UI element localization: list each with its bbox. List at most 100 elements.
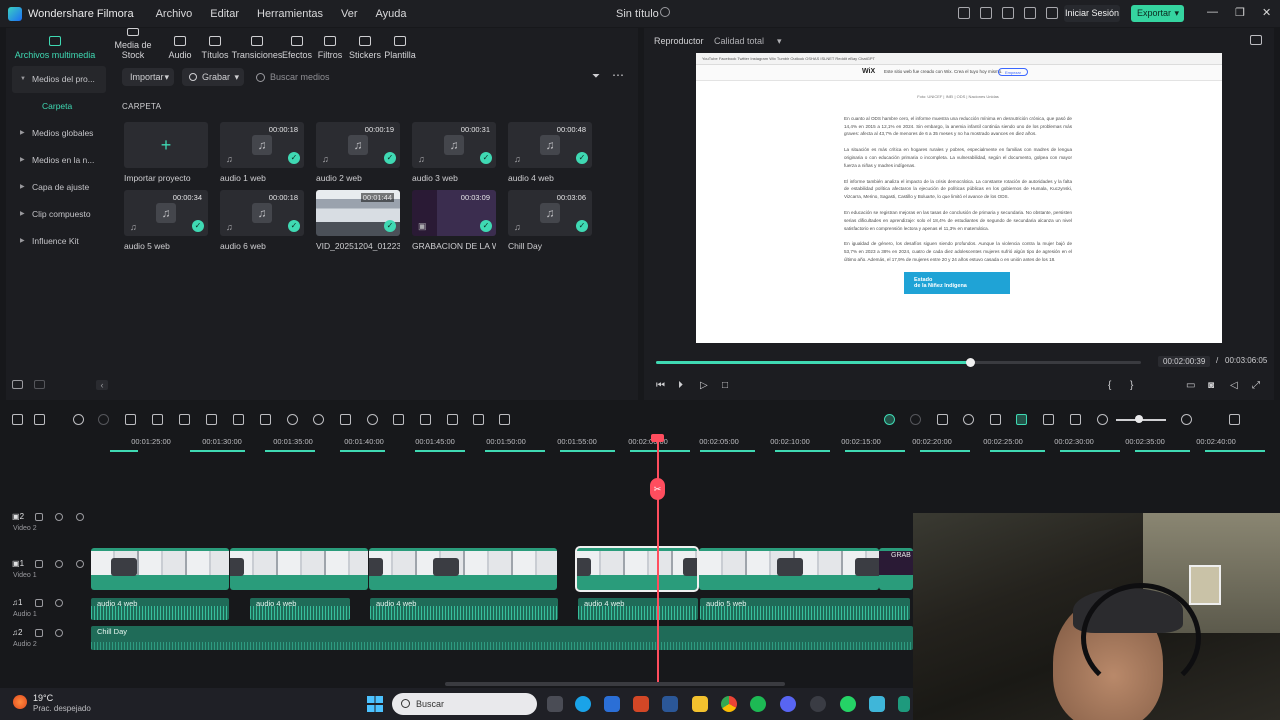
taskbar-search[interactable]: Buscar <box>392 693 537 715</box>
fullscreen-icon[interactable]: ⤢ <box>1252 380 1260 391</box>
menu-editar[interactable]: Editar <box>210 8 239 20</box>
tab-transiciones[interactable]: Transiciones <box>232 28 282 64</box>
playhead-handle[interactable] <box>651 434 664 442</box>
redo-icon[interactable] <box>98 414 109 425</box>
maximize-icon[interactable]: ❐ <box>1235 6 1245 19</box>
microphone-icon[interactable] <box>963 414 974 425</box>
spotify-icon[interactable] <box>750 696 766 712</box>
adjust-icon[interactable] <box>447 414 458 425</box>
mute-icon[interactable] <box>55 599 63 607</box>
play-icon[interactable]: ▷ <box>700 380 708 391</box>
audio-clip[interactable]: audio 4 web <box>91 598 229 620</box>
mute-icon[interactable] <box>55 560 63 568</box>
zoom-in-icon[interactable] <box>1181 414 1192 425</box>
tab-stickers[interactable]: Stickers <box>348 28 382 64</box>
weather-icon[interactable] <box>13 695 27 709</box>
fit-icon[interactable] <box>393 414 404 425</box>
transition-marker[interactable] <box>683 558 697 576</box>
sidebar-item-influence-kit[interactable]: ▶ Influence Kit <box>12 228 106 255</box>
timeline-ruler[interactable]: 00:01:25:00 00:01:30:00 00:01:35:00 00:0… <box>0 432 1280 454</box>
chevron-down-icon[interactable]: ▾ <box>777 36 782 47</box>
word-icon[interactable] <box>662 696 678 712</box>
tab-plantilla[interactable]: Plantilla <box>382 28 418 64</box>
zoom-slider-knob[interactable] <box>1135 415 1143 423</box>
display-icon[interactable]: ▭ <box>1186 380 1195 391</box>
windows-start-icon[interactable] <box>367 696 383 712</box>
play-frame-icon[interactable]: ⏵ <box>678 380 683 391</box>
text-tool-icon[interactable] <box>233 414 244 425</box>
split-icon[interactable] <box>499 414 510 425</box>
mark-in-icon[interactable]: { <box>1108 380 1111 391</box>
filmora-taskbar-icon[interactable] <box>898 696 910 712</box>
transition-marker[interactable] <box>433 558 459 576</box>
playback-progress-bar[interactable] <box>656 358 1141 367</box>
close-icon[interactable]: ✕ <box>1262 6 1271 19</box>
player-tab[interactable]: Reproductor <box>654 36 704 46</box>
whatsapp-icon[interactable] <box>840 696 856 712</box>
quality-dropdown[interactable]: Calidad total <box>714 36 764 46</box>
volume-icon[interactable]: ◁ <box>1230 380 1238 391</box>
lock-icon[interactable] <box>35 560 43 568</box>
transition-marker[interactable] <box>369 558 383 576</box>
media-card[interactable]: 00:00:19 ♫ ♫ ✓ audio 2 web <box>316 122 400 186</box>
import-dropdown[interactable]: Importar ▾ <box>122 68 174 86</box>
weather-temp[interactable]: 19°C <box>33 693 53 703</box>
discord-icon[interactable] <box>780 696 796 712</box>
delete-icon[interactable] <box>125 414 136 425</box>
transition-marker[interactable] <box>777 558 803 576</box>
mute-icon[interactable] <box>55 629 63 637</box>
menu-ayuda[interactable]: Ayuda <box>376 8 407 20</box>
audio-wave-icon[interactable] <box>206 414 217 425</box>
track-settings-icon[interactable] <box>1229 414 1240 425</box>
crop-icon[interactable] <box>179 414 190 425</box>
playback-scrubber[interactable] <box>965 358 975 367</box>
snapshot-icon[interactable] <box>1250 35 1262 45</box>
detach-icon[interactable] <box>473 414 484 425</box>
filter-icon[interactable]: ⏷ <box>592 71 600 82</box>
headset-icon[interactable] <box>1024 7 1036 19</box>
sidebar-item-clip-compuesto[interactable]: ▶ Clip compuesto <box>12 201 106 228</box>
file-explorer-icon[interactable] <box>692 696 708 712</box>
export-button[interactable]: Exportar <box>1131 5 1184 22</box>
chrome-icon[interactable] <box>721 696 737 712</box>
video-clip[interactable] <box>230 548 368 590</box>
audio-clip[interactable]: audio 4 web <box>370 598 558 620</box>
audio-clip[interactable]: audio 4 web <box>250 598 350 620</box>
undo-icon[interactable] <box>73 414 84 425</box>
new-folder-icon[interactable] <box>12 380 23 389</box>
layout-grid-icon[interactable] <box>12 414 23 425</box>
audio-clip[interactable]: audio 4 web <box>578 598 698 620</box>
more-options-icon[interactable]: ⋯ <box>612 68 624 82</box>
video-clip[interactable] <box>699 548 879 590</box>
lock-icon[interactable] <box>35 599 43 607</box>
weather-status[interactable]: Prac. despejado <box>33 704 91 713</box>
snap-icon[interactable] <box>1016 414 1027 425</box>
cloud-icon[interactable] <box>1002 7 1014 19</box>
select-tool-icon[interactable] <box>34 414 45 425</box>
ai-render-icon[interactable] <box>884 414 895 425</box>
mark-out-icon[interactable]: } <box>1130 380 1133 391</box>
cut-icon[interactable] <box>152 414 163 425</box>
list-icon[interactable] <box>990 414 1001 425</box>
minimize-icon[interactable]: — <box>1207 6 1218 18</box>
sidebar-item-medios-proyecto[interactable]: ▼ Medios del pro... <box>12 66 106 93</box>
mask-icon[interactable] <box>420 414 431 425</box>
stabilize-icon[interactable] <box>340 414 351 425</box>
shield-icon[interactable] <box>937 414 948 425</box>
video-clip[interactable]: GRAB <box>879 548 913 590</box>
color-icon[interactable] <box>313 414 324 425</box>
layout-icon[interactable] <box>958 7 970 19</box>
media-card[interactable]: 00:00:48 ♫ ♫ ✓ audio 4 web <box>508 122 592 186</box>
sidebar-item-carpeta[interactable]: Carpeta <box>12 93 106 120</box>
transition-marker[interactable] <box>111 558 137 576</box>
lock-icon[interactable] <box>35 513 43 521</box>
transition-marker[interactable] <box>577 558 591 576</box>
media-card[interactable]: 00:00:31 ♫ ♫ ✓ audio 3 web <box>412 122 496 186</box>
folder-icon[interactable] <box>34 380 45 389</box>
save-icon[interactable] <box>980 7 992 19</box>
import-project-card[interactable]: + Importar proyecto <box>124 122 208 186</box>
edge-icon[interactable] <box>575 696 591 712</box>
record-dropdown[interactable]: Grabar ▾ <box>182 68 244 86</box>
login-button[interactable]: Iniciar Sesión <box>1064 5 1120 22</box>
audio-clip-music[interactable]: Chill Day <box>91 626 913 650</box>
